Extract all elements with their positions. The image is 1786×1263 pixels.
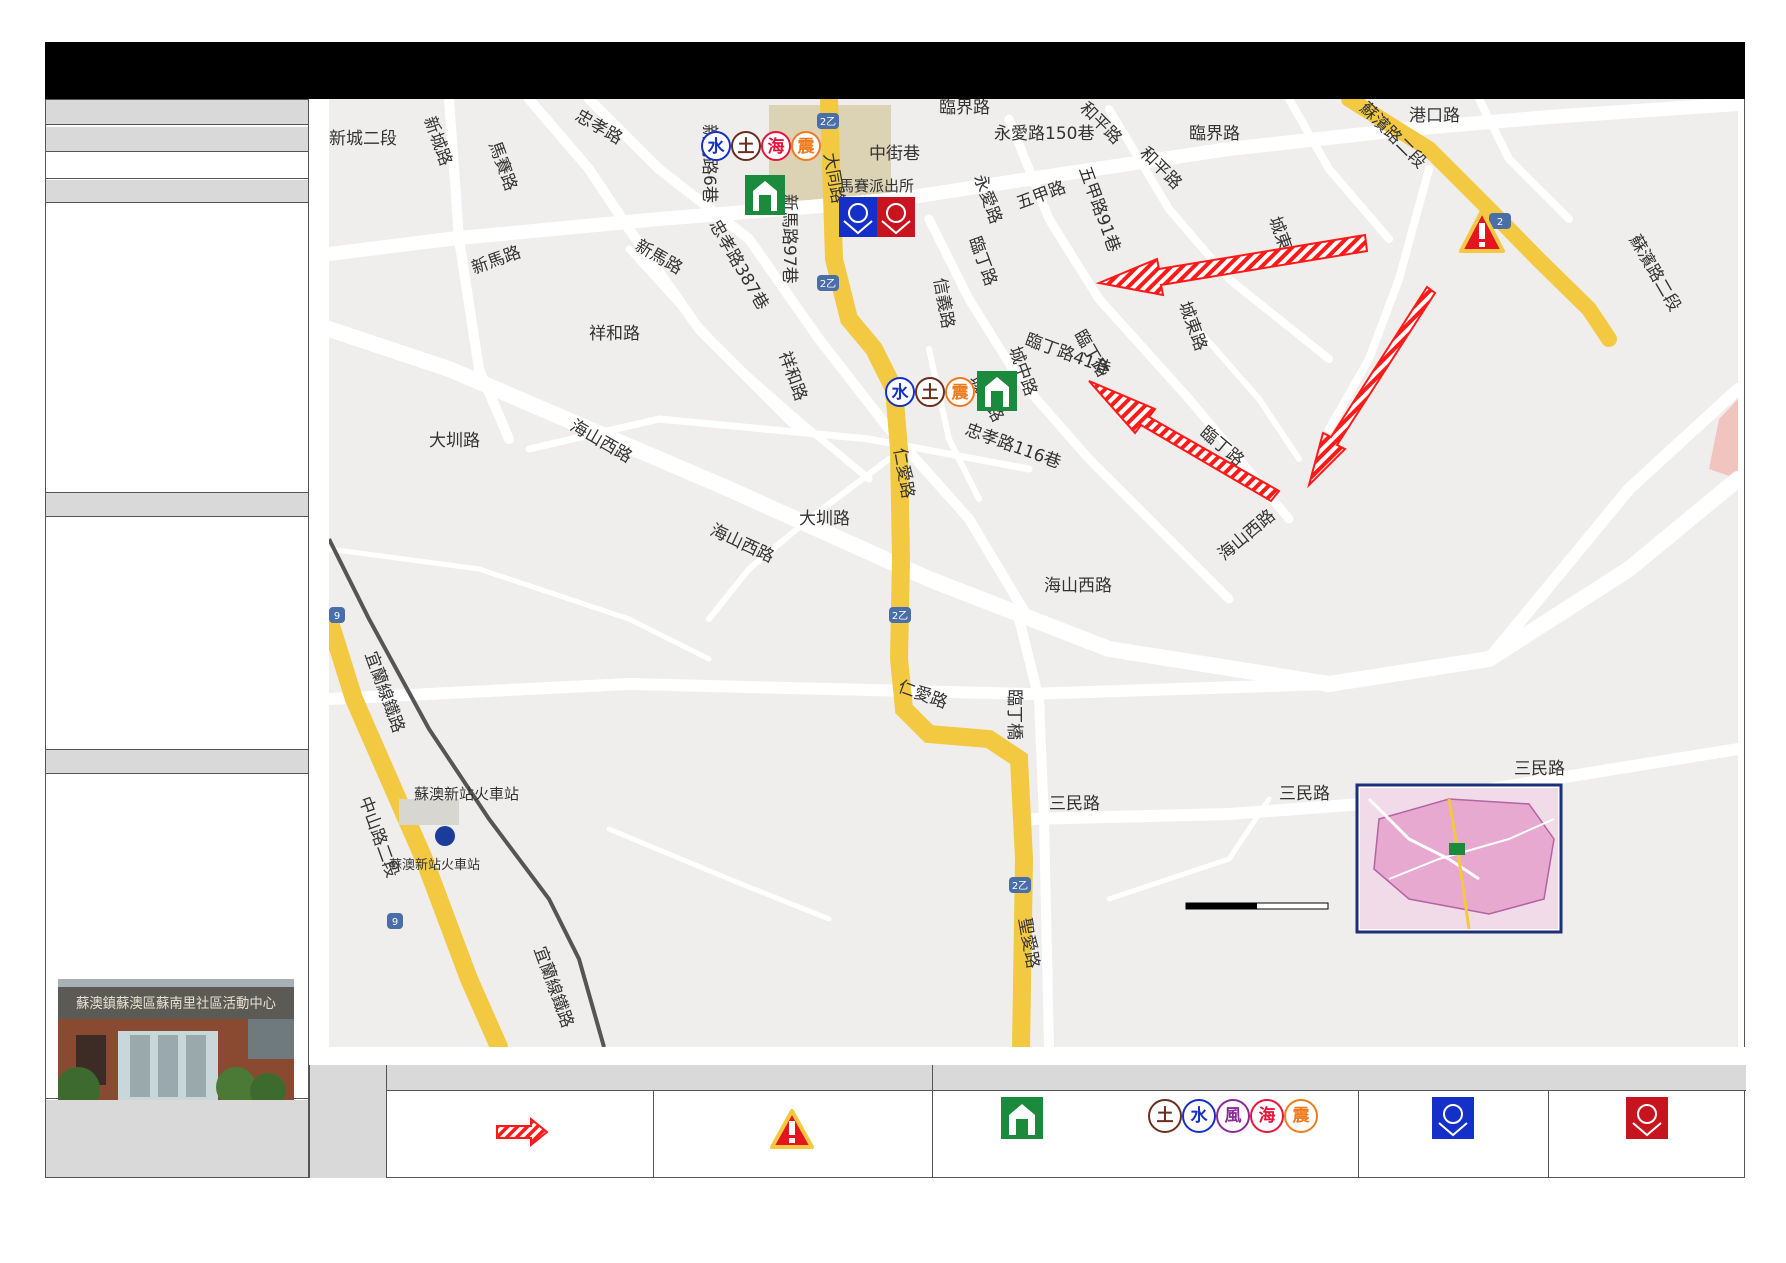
landslide-icon: 土	[1148, 1099, 1182, 1133]
shelter-icon[interactable]	[745, 175, 785, 215]
svg-text:土: 土	[738, 136, 755, 157]
sidebar-footer	[46, 1100, 308, 1177]
road-label: 臨界路	[1189, 124, 1240, 144]
inset-locator-map[interactable]	[1355, 783, 1563, 934]
road-label: 海山西路	[1044, 576, 1112, 596]
svg-text:土: 土	[922, 382, 939, 403]
road-label: 中街巷	[869, 144, 920, 164]
station-icon	[435, 826, 455, 846]
road-label: 港口路	[1409, 106, 1460, 126]
svg-text:震: 震	[797, 137, 816, 157]
sidebar-section-2	[46, 517, 308, 750]
fire-station-icon	[1626, 1097, 1668, 1139]
svg-text:9: 9	[334, 611, 340, 622]
svg-text:2乙: 2乙	[820, 116, 836, 128]
route-shield: 2乙	[889, 607, 911, 623]
police-station-label: 馬賽派出所	[839, 177, 914, 195]
legend-cell-fire	[1548, 1091, 1746, 1178]
road-label: 永愛路150巷	[994, 124, 1094, 144]
sidebar-header-3	[46, 180, 308, 203]
flood-icon: 水	[1182, 1099, 1216, 1133]
legend-cell-police	[1358, 1091, 1548, 1178]
legend-cell-arrow	[386, 1091, 653, 1178]
road-label: 大圳路	[429, 431, 480, 451]
svg-text:2乙: 2乙	[892, 610, 908, 622]
train-station-label-2: 蘇澳新站火車站	[389, 857, 480, 873]
legend-label-cell	[310, 1065, 386, 1178]
road-label: 三民路	[1049, 794, 1100, 814]
photo-sign-text: 蘇澳鎮蘇澳區蘇南里社區活動中心	[76, 996, 276, 1012]
shelter-icon[interactable]	[977, 371, 1017, 411]
road-label: 臨界路	[939, 99, 990, 118]
sidebar-header-2	[46, 127, 308, 152]
wind-icon: 風	[1216, 1099, 1250, 1133]
evacuation-arrow-icon	[496, 1117, 549, 1147]
legend-header-2	[932, 1065, 1746, 1091]
route-shield: 9	[387, 913, 403, 929]
road-label: 三民路	[1279, 784, 1330, 804]
svg-text:9: 9	[392, 917, 398, 928]
svg-text:水: 水	[708, 136, 726, 157]
sidebar-photo-section: 蘇澳鎮蘇澳區蘇南里社區活動中心	[46, 774, 308, 1110]
shelter-icon	[1001, 1097, 1043, 1139]
legend-header-1	[386, 1065, 932, 1091]
tsunami-icon: 海	[1250, 1099, 1284, 1133]
svg-text:震: 震	[951, 383, 970, 403]
hazard-tags-center: 水 土 震	[885, 377, 975, 407]
svg-text:2乙: 2乙	[820, 278, 836, 290]
map-canvas[interactable]: 新城二段 新城路 馬賽路 忠孝路 新馬路 新馬路 祥和路 祥和路 大圳路 大圳路…	[329, 99, 1738, 1047]
warning-icon	[770, 1109, 814, 1149]
title-bar	[45, 42, 1745, 99]
route-shield: 2乙	[1009, 877, 1031, 893]
route-shield: 2乙	[817, 275, 839, 291]
road-label: 新城二段	[329, 129, 397, 149]
road-label: 祥和路	[589, 324, 640, 344]
legend-cell-warning	[653, 1091, 932, 1178]
road-label: 三民路	[1514, 759, 1565, 779]
road-label: 臨丁橋	[1004, 689, 1024, 740]
train-station-label: 蘇澳新站火車站	[414, 785, 519, 803]
legend-cell-shelter: 土水風海震	[932, 1091, 1358, 1178]
fire-station-icon[interactable]	[877, 197, 915, 237]
sidebar-header-1	[46, 100, 308, 125]
map-area: 新城二段 新城路 馬賽路 忠孝路 新馬路 新馬路 祥和路 祥和路 大圳路 大圳路…	[309, 99, 1745, 1047]
svg-text:2乙: 2乙	[1012, 880, 1028, 892]
route-shield: 9	[329, 607, 345, 623]
sidebar-row	[46, 152, 308, 179]
legend-panel: 土水風海震	[309, 1065, 1746, 1178]
svg-text:海: 海	[768, 136, 785, 157]
community-center-photo: 蘇澳鎮蘇澳區蘇南里社區活動中心	[58, 979, 294, 1110]
scale-bar	[1185, 902, 1329, 910]
road-label: 大圳路	[799, 509, 850, 529]
svg-text:2: 2	[1497, 217, 1503, 228]
sidebar-panel: 蘇澳鎮蘇澳區蘇南里社區活動中心	[45, 99, 309, 1178]
earthquake-icon: 震	[1284, 1099, 1318, 1133]
route-shield: 2乙	[817, 113, 839, 129]
sidebar-header-5	[46, 750, 308, 774]
sidebar-section-1	[46, 203, 308, 493]
hazard-icons-row: 土水風海震	[1148, 1099, 1318, 1133]
police-icon[interactable]	[839, 197, 877, 237]
svg-text:水: 水	[892, 382, 910, 403]
police-icon	[1432, 1097, 1474, 1139]
sidebar-header-4	[46, 493, 308, 517]
